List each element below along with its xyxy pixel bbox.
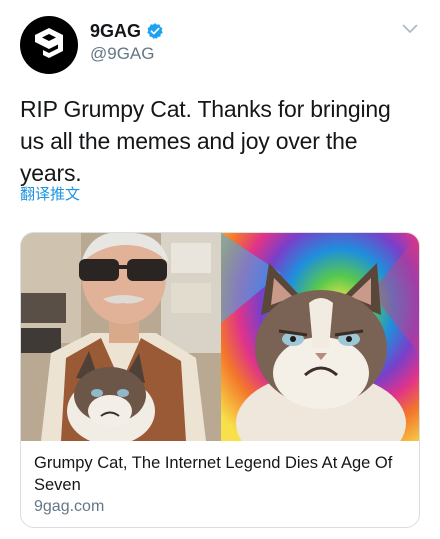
card-title: Grumpy Cat, The Internet Legend Dies At … (34, 454, 393, 494)
author-handle[interactable]: @9GAG (90, 44, 155, 64)
translate-tweet-link[interactable]: 翻译推文 (20, 183, 80, 204)
card-domain: 9gag.com (34, 498, 105, 515)
card-image (21, 233, 419, 441)
grumpy-cat-tie-dye-photo (221, 233, 419, 441)
9gag-logo-icon (35, 28, 63, 58)
link-card[interactable]: Grumpy Cat, The Internet Legend Dies At … (20, 232, 420, 528)
man-with-cat-photo (21, 233, 221, 441)
verified-badge-icon (146, 22, 164, 40)
tweet-text: RIP Grumpy Cat. Thanks for bringing us a… (20, 96, 391, 186)
author-name-row[interactable]: 9GAG (90, 20, 164, 42)
chevron-down-icon[interactable] (402, 24, 418, 34)
author-avatar[interactable] (20, 16, 78, 74)
author-display-name: 9GAG (90, 21, 142, 41)
